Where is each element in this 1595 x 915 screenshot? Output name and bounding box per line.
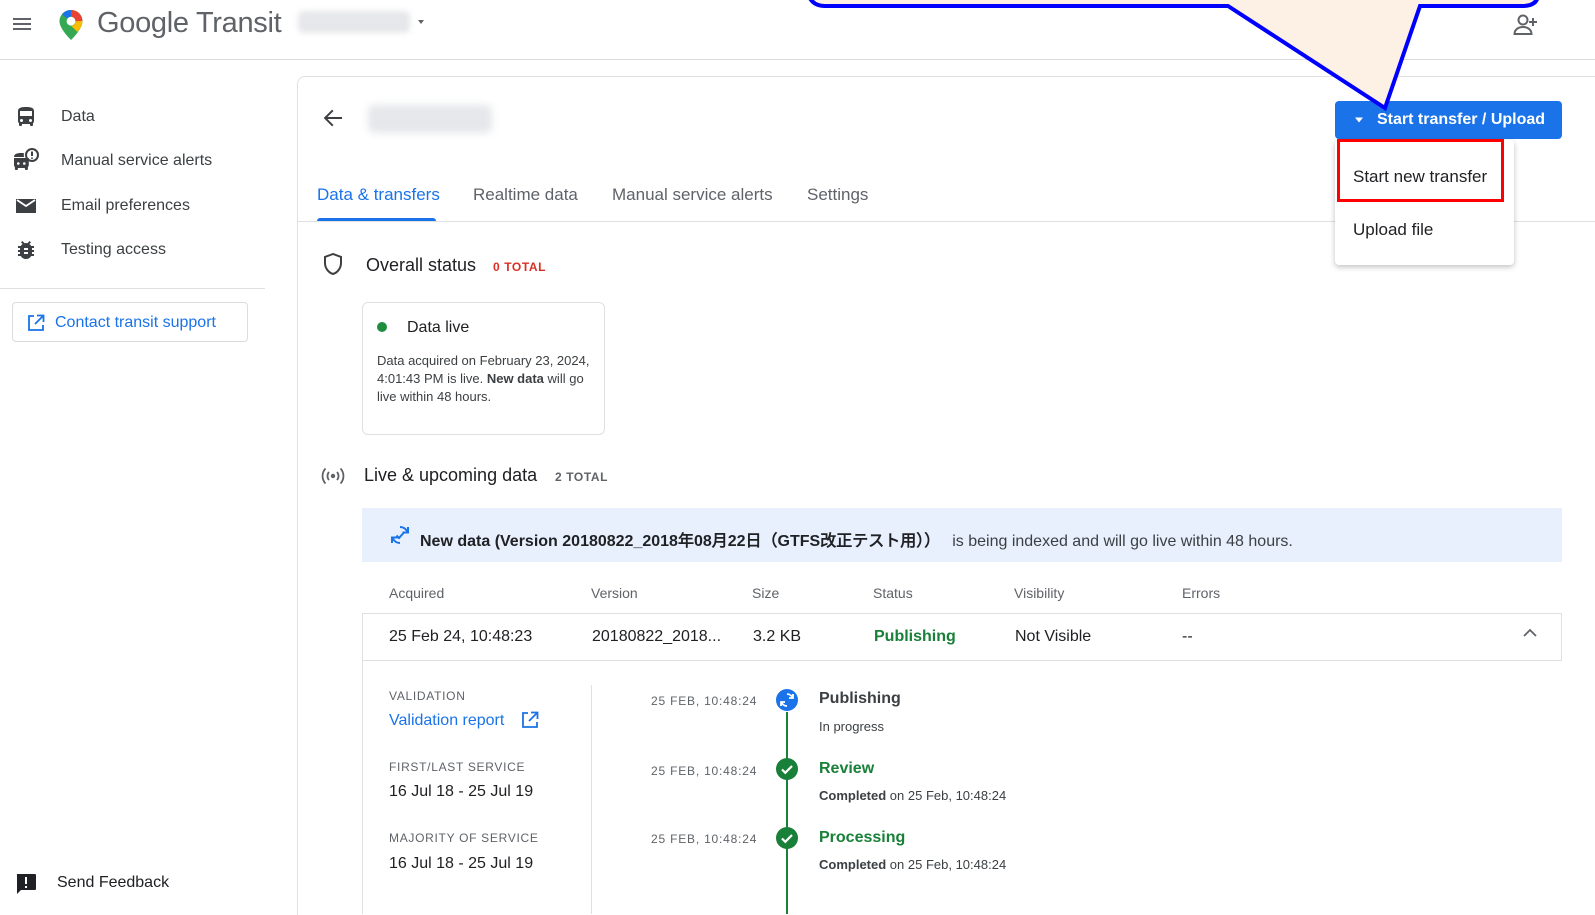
column-header-errors: Errors (1182, 585, 1221, 601)
column-header-acquired: Acquired (389, 585, 445, 601)
sidebar-item-email-preferences[interactable]: Email preferences (0, 186, 296, 226)
data-live-label: Data live (407, 319, 470, 336)
check-circle-icon (776, 758, 798, 780)
feedback-icon (14, 872, 38, 896)
timeline-step-status: Completed on 25 Feb, 10:48:24 (819, 788, 1007, 803)
sync-progress-icon (776, 689, 798, 711)
contact-support-label: Contact transit support (55, 314, 216, 331)
back-arrow-icon[interactable] (320, 105, 346, 131)
timeline-step-title: Publishing (819, 690, 901, 707)
send-feedback-label: Send Feedback (57, 874, 170, 891)
agency-selector[interactable] (298, 11, 410, 33)
timeline-time: 25 FEB, 10:48:24 (651, 764, 758, 778)
dropdown-caret-icon (1354, 116, 1364, 124)
broadcast-icon (320, 465, 346, 487)
validation-report-link[interactable]: Validation report (389, 712, 504, 730)
sidebar-item-label: Email preferences (61, 197, 190, 214)
timeline-time: 25 FEB, 10:48:24 (651, 832, 758, 846)
cell-status: Publishing (874, 628, 956, 645)
start-transfer-upload-button[interactable]: Start transfer / Upload (1335, 101, 1562, 139)
external-link-icon (27, 314, 45, 332)
sidebar-item-label: Testing access (61, 241, 166, 258)
tab-manual-service-alerts[interactable]: Manual service alerts (612, 185, 773, 205)
timeline-step-status: Completed on 25 Feb, 10:48:24 (819, 857, 1007, 872)
sidebar-item-data[interactable]: Data (0, 97, 296, 137)
column-header-size: Size (752, 585, 780, 601)
cell-acquired: 25 Feb 24, 10:48:23 (389, 628, 533, 645)
data-live-card: Data live Data acquired on February 23, … (362, 302, 605, 435)
sidebar-item-label: Manual service alerts (61, 152, 213, 169)
add-person-icon[interactable] (1512, 11, 1540, 39)
status-dot (377, 322, 387, 332)
feed-title (368, 105, 492, 133)
tab-data-transfers[interactable]: Data & transfers (317, 185, 440, 205)
data-live-description: Data acquired on February 23, 2024, 4:01… (377, 353, 590, 404)
first-last-service-label: FIRST/LAST SERVICE (389, 760, 526, 774)
shield-icon (321, 252, 345, 276)
sidebar-divider (0, 288, 265, 289)
hamburger-menu-icon[interactable] (10, 12, 34, 36)
app-logo-text: Google Transit (97, 7, 282, 39)
sidebar-item-manual-service-alerts[interactable]: Manual service alerts (0, 141, 296, 181)
app-header: Google Transit (0, 0, 1595, 60)
table-row[interactable] (362, 614, 1562, 660)
details-border (362, 660, 363, 914)
sync-icon (388, 523, 412, 547)
sidebar-item-label: Data (61, 108, 95, 125)
google-maps-pin-icon (58, 9, 84, 41)
cell-size: 3.2 KB (753, 628, 802, 645)
timeline-step-status: In progress (819, 719, 885, 734)
timeline-line (786, 712, 788, 914)
cell-errors: -- (1182, 628, 1193, 645)
timeline-step-title: Processing (819, 829, 906, 846)
timeline-time: 25 FEB, 10:48:24 (651, 694, 758, 708)
live-upcoming-count-badge: 2 TOTAL (555, 470, 609, 484)
indexing-banner-text: New data (Version 20180822_2018年08月22日（G… (420, 533, 1293, 550)
menu-item-upload-file[interactable]: Upload file (1335, 207, 1514, 251)
tab-realtime-data[interactable]: Realtime data (473, 185, 578, 205)
timeline-step-title: Review (819, 760, 875, 777)
send-feedback-button[interactable]: Send Feedback (0, 866, 296, 902)
live-upcoming-title: Live & upcoming data (364, 465, 538, 485)
external-link-icon[interactable] (521, 711, 539, 729)
overall-status-count-badge: 0 TOTAL (493, 260, 547, 274)
contact-transit-support-button[interactable]: Contact transit support (12, 302, 248, 342)
check-circle-icon (776, 827, 798, 849)
bus-alert-icon (12, 147, 40, 173)
bug-icon (14, 238, 38, 262)
majority-service-label: MAJORITY OF SERVICE (389, 831, 539, 845)
mail-icon (14, 194, 38, 218)
start-transfer-upload-label: Start transfer / Upload (1377, 111, 1546, 128)
details-divider (591, 685, 592, 914)
tab-settings[interactable]: Settings (807, 185, 868, 205)
bus-icon (14, 105, 38, 129)
cell-version: 20180822_2018... (592, 628, 722, 645)
validation-label: VALIDATION (389, 689, 466, 703)
chevron-up-icon[interactable] (1521, 626, 1539, 640)
cell-visibility: Not Visible (1015, 628, 1092, 645)
table-divider (362, 660, 1562, 661)
column-header-version: Version (591, 585, 638, 601)
highlight-annotation-box (1337, 139, 1504, 202)
chevron-down-icon[interactable] (416, 17, 426, 27)
overall-status-title: Overall status (366, 255, 477, 275)
first-last-service-value: 16 Jul 18 - 25 Jul 19 (389, 783, 534, 800)
sidebar: Data Manual service alerts Email prefere… (0, 60, 296, 914)
majority-service-value: 16 Jul 18 - 25 Jul 19 (389, 855, 534, 872)
sidebar-item-testing-access[interactable]: Testing access (0, 230, 296, 270)
column-header-visibility: Visibility (1014, 585, 1065, 601)
column-header-status: Status (873, 585, 913, 601)
indexing-banner: New data (Version 20180822_2018年08月22日（G… (362, 508, 1562, 562)
